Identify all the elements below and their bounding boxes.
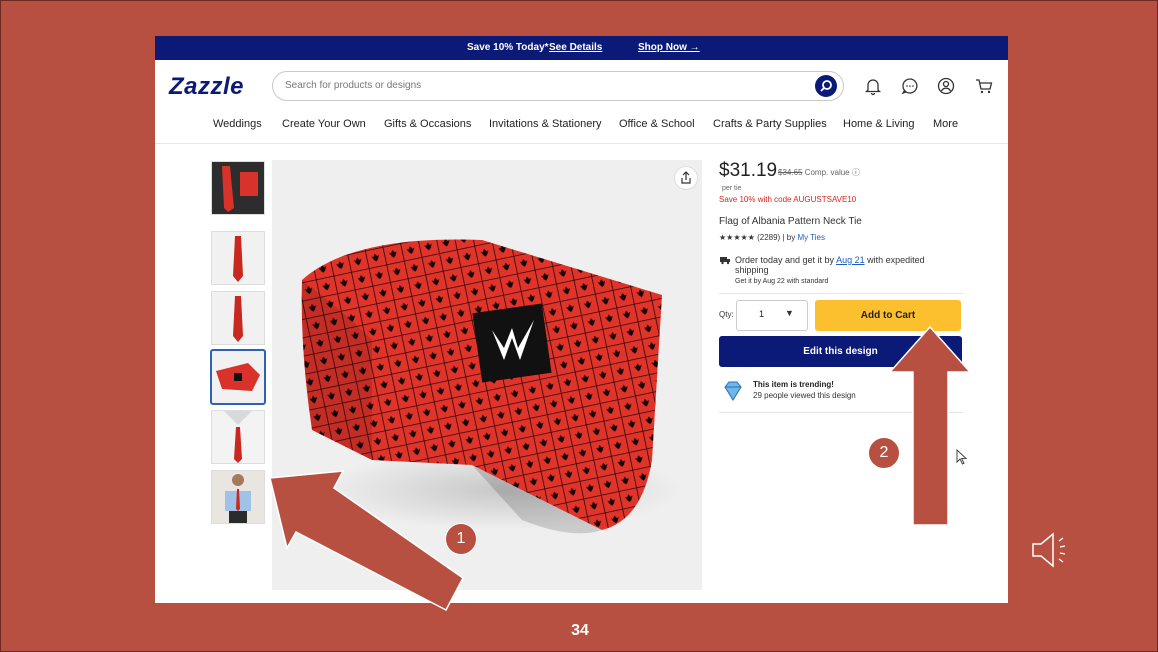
search-placeholder: Search for products or designs <box>285 80 422 91</box>
trending-divider <box>719 412 963 413</box>
nav-weddings[interactable]: Weddings <box>213 118 262 130</box>
promo-code-text: Save 10% with code AUGUSTSAVE10 <box>719 195 857 204</box>
qty-label: Qty: <box>719 310 734 319</box>
search-icon <box>820 80 832 92</box>
thumbnail-3[interactable] <box>211 291 265 345</box>
search-button[interactable] <box>815 75 837 97</box>
quantity-select[interactable]: 1 ▼ <box>736 300 808 331</box>
tie-thumbnail-image <box>222 166 258 212</box>
trending-subtitle: 29 people viewed this design <box>753 391 856 400</box>
tie-front-image <box>233 236 243 282</box>
step-2-marker: 2 <box>868 437 900 469</box>
step-1-marker: 1 <box>445 523 477 555</box>
info-icon[interactable]: ⓘ <box>852 168 860 177</box>
truck-icon <box>720 257 730 265</box>
thumbnail-4-selected[interactable] <box>210 349 266 405</box>
speaker-icon[interactable] <box>1029 527 1075 573</box>
promo-text: Save 10% Today* <box>467 42 549 53</box>
tie-shirt-image <box>212 411 264 463</box>
details-divider <box>719 293 963 294</box>
tie-folded-image <box>216 363 260 391</box>
ship-date-link[interactable]: Aug 21 <box>836 255 865 265</box>
shipping-standard: Get it by Aug 22 with standard <box>735 278 829 285</box>
zazzle-logo[interactable]: Zazzle <box>169 73 244 101</box>
chevron-down-icon: ▼ <box>785 308 794 318</box>
search-input[interactable]: Search for products or designs <box>272 71 844 101</box>
star-rating[interactable]: ★★★★★ <box>719 233 755 242</box>
cart-icon[interactable] <box>974 76 994 96</box>
nav-divider <box>155 143 1008 144</box>
share-button[interactable] <box>674 166 698 190</box>
see-details-link[interactable]: See Details <box>549 42 602 53</box>
thumbnail-2[interactable] <box>211 231 265 285</box>
seller-link[interactable]: My Ties <box>797 233 825 242</box>
thumbnail-5[interactable] <box>211 410 265 464</box>
old-price: $34.65 <box>778 168 803 177</box>
edit-design-label: Edit this design <box>803 346 878 357</box>
nav-office-school[interactable]: Office & School <box>619 118 695 130</box>
trending-title: This item is trending! <box>753 380 834 389</box>
add-to-cart-label: Add to Cart <box>860 310 916 321</box>
browser-screenshot: Save 10% Today* See Details Shop Now → Z… <box>155 36 1008 603</box>
nav-gifts-occasions[interactable]: Gifts & Occasions <box>384 118 471 130</box>
rating-row: ★★★★★ (2289) | by My Ties <box>719 233 825 242</box>
main-product-image[interactable] <box>272 160 702 590</box>
account-icon[interactable] <box>936 76 956 96</box>
mouse-cursor-icon <box>956 449 968 465</box>
nav-create-your-own[interactable]: Create Your Own <box>282 118 366 130</box>
comp-value-label: Comp. value <box>804 168 850 177</box>
promo-bar: Save 10% Today* See Details Shop Now → <box>155 36 1008 60</box>
shop-now-link[interactable]: Shop Now → <box>638 42 700 53</box>
thumbnail-6[interactable] <box>211 470 265 524</box>
slide-page-number: 34 <box>571 622 589 639</box>
comp-value: $34.65 Comp. value ⓘ <box>778 167 860 178</box>
shipping-expedited: Order today and get it by Aug 21 with ex… <box>735 255 955 275</box>
per-tie-label: per tie <box>722 185 742 192</box>
edit-design-button[interactable]: Edit this design <box>719 336 962 367</box>
bell-icon[interactable] <box>863 76 883 96</box>
product-title: Flag of Albania Pattern Neck Tie <box>719 216 862 227</box>
chat-icon[interactable] <box>900 76 920 96</box>
man-wearing-tie-image <box>225 474 251 523</box>
ship-pre-text: Order today and get it by <box>735 255 835 265</box>
nav-invitations-stationery[interactable]: Invitations & Stationery <box>489 118 602 130</box>
review-count[interactable]: (2289) | by <box>757 233 795 242</box>
nav-crafts-party-supplies[interactable]: Crafts & Party Supplies <box>713 118 827 130</box>
diamond-icon <box>724 381 742 401</box>
thumbnail-1[interactable] <box>211 161 265 215</box>
neck-tie-image <box>301 239 682 534</box>
share-icon <box>681 171 691 184</box>
add-to-cart-button[interactable]: Add to Cart <box>815 300 961 331</box>
qty-value: 1 <box>759 309 765 319</box>
nav-home-living[interactable]: Home & Living <box>843 118 915 130</box>
tie-back-image <box>233 296 243 342</box>
nav-more[interactable]: More <box>933 118 958 130</box>
price: $31.19 <box>719 160 778 181</box>
